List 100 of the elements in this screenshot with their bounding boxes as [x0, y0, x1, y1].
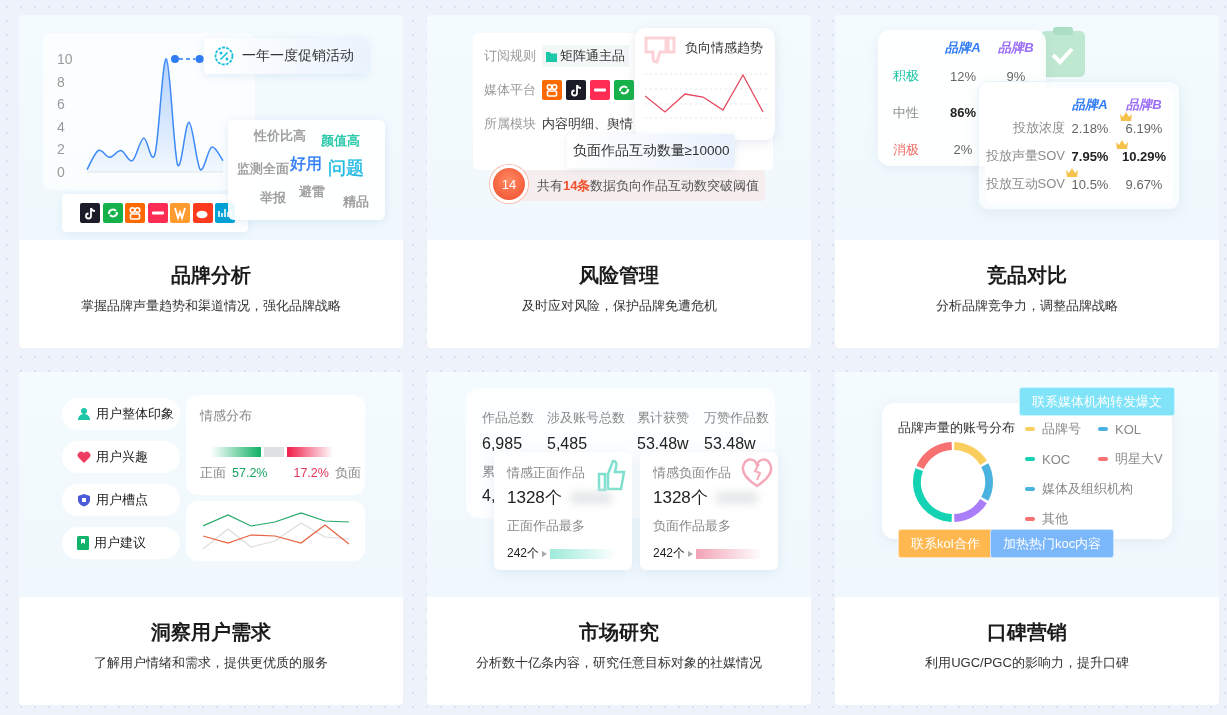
triangle-icon — [542, 550, 548, 557]
card-description: 分析品牌竞争力，调整品牌战略 — [936, 297, 1118, 315]
blurred-placeholder — [569, 492, 613, 504]
card-title: 竞品对比 — [987, 263, 1067, 288]
stat-value: 4, — [482, 486, 496, 506]
row-label: 投放浓度 — [1012, 119, 1065, 137]
count-value: 242个 — [653, 545, 686, 562]
count-value: 242个 — [507, 545, 540, 562]
row-label: 投放互动SOV — [985, 175, 1065, 193]
app-logo-icon — [542, 80, 562, 100]
keyword: 好用 — [290, 154, 322, 174]
axis-tick-label: 8 — [57, 73, 65, 90]
rule-tag: 矩阵通主品 — [542, 45, 629, 67]
table-cell: 12% — [950, 68, 976, 84]
thumbs-up-icon — [596, 458, 628, 492]
stat-label: 涉及账号总数 — [547, 409, 625, 425]
legend-item: 媒体及组织机构 — [1025, 479, 1168, 499]
heart-icon — [77, 450, 91, 464]
table-cell: 9.67% — [1125, 176, 1163, 192]
card-description: 分析数十亿条内容，研究任意目标对象的社媒情况 — [476, 654, 762, 672]
app-logo-icon — [590, 80, 610, 100]
threshold-label: 负面作品互动数量≥10000 — [567, 134, 735, 168]
broken-heart-icon — [740, 458, 774, 488]
aspect-item[interactable]: 用户建议 — [62, 527, 180, 559]
bookmark-icon — [77, 536, 89, 550]
card-title: 情感正面作品 — [507, 464, 585, 482]
sentiment-label: 正面 — [200, 465, 226, 482]
card-title: 品牌声量的账号分布 — [898, 419, 1015, 437]
table-cell: 7.95% — [1071, 148, 1109, 164]
shield-icon — [77, 493, 91, 507]
app-logo-icon — [192, 203, 213, 223]
column-header: 品牌A — [1071, 96, 1109, 114]
app-logo-icon — [125, 203, 145, 223]
app-logo-icon — [170, 203, 190, 223]
triangle-icon — [688, 550, 694, 557]
table-cell: 10.29% — [1121, 148, 1167, 164]
app-logo-icon — [80, 203, 100, 223]
people-icon — [77, 407, 91, 421]
stat-value: 6,985 — [482, 434, 523, 454]
table-cell: 2% — [953, 142, 973, 157]
card-title: 负向情感趋势 — [685, 39, 763, 57]
promo-label: 一年一度促销活动 — [204, 38, 368, 74]
app-logo-icon — [566, 80, 586, 100]
card-title: 情感负面作品 — [653, 464, 731, 482]
card-title: 风险管理 — [579, 263, 659, 288]
keyword: 避雷 — [299, 184, 325, 200]
table-cell: 2.18% — [1071, 120, 1109, 136]
legend-item: 其他 — [1025, 509, 1168, 529]
count-bar — [550, 548, 617, 559]
keyword: 问题 — [328, 158, 364, 180]
row-label: 积极 — [893, 67, 920, 85]
axis-tick-label: 0 — [57, 164, 65, 180]
legend-item: 明星大V — [1098, 449, 1168, 469]
keyword: 性价比高 — [254, 128, 306, 144]
sentiment-value: 57.2% — [232, 466, 268, 480]
thumbs-down-icon — [643, 34, 677, 66]
table-cell: 86% — [950, 105, 976, 120]
row-label: 消极 — [893, 140, 920, 159]
card-title: 市场研究 — [579, 620, 659, 645]
axis-tick-label: 6 — [57, 96, 65, 113]
card-title: 洞察用户需求 — [151, 620, 271, 645]
legend-item: KOC — [1025, 449, 1098, 469]
stat-value: 53.48w — [704, 434, 756, 454]
stat-value: 5,485 — [547, 434, 588, 454]
leader-line — [171, 55, 204, 63]
card-description: 了解用户情绪和需求，提供更优质的服务 — [94, 654, 328, 672]
legend-item: KOL — [1098, 419, 1168, 439]
column-header: 品牌B — [997, 39, 1035, 57]
card-description: 及时应对风险，保护品牌免遭危机 — [521, 297, 717, 315]
stat-label: 作品总数 — [482, 409, 534, 425]
app-logo-icon — [147, 203, 168, 223]
table-cell: 9% — [1006, 68, 1026, 84]
keyword: 精品 — [343, 194, 369, 210]
card-title: 情感分布 — [200, 407, 253, 425]
stat-value: 53.48w — [637, 434, 689, 454]
sentiment-value: 17.2% — [293, 466, 329, 480]
section-label: 负面作品最多 — [653, 517, 732, 535]
card-title: 口碑营销 — [987, 620, 1067, 645]
keyword: 监测全面 — [237, 161, 289, 177]
aspect-item[interactable]: 用户槽点 — [62, 484, 180, 516]
crown-icon — [1064, 166, 1079, 178]
field-label: 所属模块 — [484, 115, 536, 133]
keyword: 颜值高 — [321, 133, 360, 149]
card-title: 品牌分析 — [171, 263, 251, 288]
section-label: 正面作品最多 — [507, 517, 586, 535]
column-header: 品牌A — [944, 39, 982, 57]
table-cell: 6.19% — [1125, 120, 1163, 136]
axis-tick-label: 4 — [57, 118, 65, 135]
card-description: 掌握品牌声量趋势和渠道情况，强化品牌战略 — [81, 297, 341, 315]
app-logo-icon — [102, 203, 123, 223]
aspect-item[interactable]: 用户整体印象 — [62, 398, 180, 430]
column-header: 品牌B — [1125, 96, 1163, 114]
sentiment-label: 负面 — [334, 465, 361, 482]
aspect-item[interactable]: 用户兴趣 — [62, 441, 180, 473]
field-label: 订阅规则 — [484, 47, 536, 65]
stat-label: 累计获赞 — [637, 409, 689, 425]
axis-tick-label: 10 — [57, 51, 73, 67]
count-value: 1328个 — [507, 488, 562, 507]
crown-icon — [1114, 138, 1129, 150]
stat-label: 万赞作品数 — [704, 409, 769, 425]
